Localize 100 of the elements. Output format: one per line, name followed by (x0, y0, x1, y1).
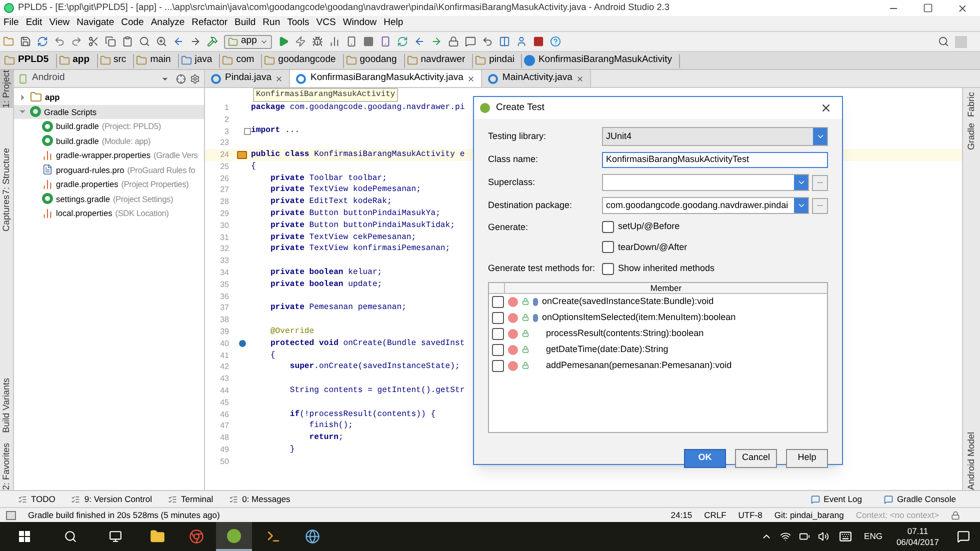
editor-tab[interactable]: Pindai.java (205, 70, 290, 87)
clock-time[interactable]: 07.11 (907, 526, 928, 536)
lock-icon[interactable] (951, 510, 960, 520)
sync-icon[interactable] (37, 36, 48, 47)
member-name[interactable]: processResult(contents:String):boolean (546, 326, 704, 340)
checkbox-label[interactable]: tearDown/@After (618, 240, 688, 254)
forward-icon[interactable] (190, 36, 201, 47)
tool-window-tab[interactable]: Build Variants (0, 378, 18, 433)
tool-window-tab[interactable]: Gradle (960, 123, 980, 150)
tool-window-tab[interactable]: Android Model (960, 432, 980, 490)
superclass-dropdown[interactable] (602, 174, 809, 191)
breadcrumb[interactable]: com (222, 54, 262, 68)
help-icon[interactable] (550, 36, 561, 47)
language-indicator[interactable]: ENG (864, 530, 882, 543)
tree-item[interactable]: build.gradle (56, 120, 99, 132)
settings-icon[interactable] (190, 74, 200, 84)
maximize-icon[interactable] (923, 3, 933, 13)
tree-item[interactable]: gradle-wrapper.properties (56, 149, 151, 162)
line-separator[interactable]: CRLF (704, 508, 726, 522)
close-icon[interactable] (820, 102, 832, 114)
tree-item[interactable]: proguard-rules.pro (56, 164, 124, 176)
checkbox[interactable] (492, 312, 504, 324)
cut-icon[interactable] (88, 36, 99, 47)
checkbox[interactable] (492, 344, 504, 356)
keyboard-icon[interactable] (839, 530, 852, 543)
tool-tab[interactable]: Terminal (168, 492, 214, 506)
breadcrumb[interactable]: goodang (346, 54, 405, 68)
member-name[interactable]: getDateTime(date:Date):String (546, 342, 668, 356)
menu-item[interactable]: Help (380, 16, 407, 31)
status-icon[interactable] (6, 510, 16, 520)
dialog-button[interactable]: Cancel (735, 448, 777, 468)
lock-icon[interactable] (448, 36, 459, 47)
tool-tab[interactable]: Event Log (810, 492, 862, 506)
volume-icon[interactable] (818, 531, 830, 542)
ok-button[interactable]: OK (684, 448, 726, 468)
run-icon[interactable] (278, 36, 289, 47)
menu-item[interactable]: Analyze (147, 16, 188, 31)
breadcrumb[interactable]: src (100, 54, 134, 68)
comment-icon[interactable] (464, 36, 476, 47)
menu-item[interactable]: File (0, 16, 22, 31)
breadcrumb[interactable]: pindai (475, 54, 522, 68)
tree-item[interactable]: local.properties (56, 207, 112, 220)
menu-item[interactable]: Tools (284, 16, 313, 31)
search-icon[interactable] (64, 530, 77, 543)
browser-icon[interactable] (189, 529, 204, 544)
layout-icon[interactable] (498, 36, 510, 47)
checkbox[interactable] (602, 262, 614, 275)
tool-window-tab[interactable]: 2: Favorites (0, 442, 18, 490)
expand-arrow-icon[interactable] (18, 92, 27, 102)
tool-window-tab[interactable]: 1: Project (0, 70, 18, 108)
wifi-icon[interactable] (780, 531, 792, 542)
breadcrumb[interactable]: java (180, 54, 220, 68)
task-view-icon[interactable] (109, 530, 122, 543)
revert-icon[interactable] (482, 36, 493, 47)
tree-item[interactable]: settings.gradle (56, 192, 110, 205)
copy-icon[interactable] (105, 36, 116, 47)
testing-library-dropdown[interactable]: JUnit4 (602, 127, 828, 146)
breadcrumb[interactable]: app (58, 54, 98, 68)
tree-item[interactable]: app (45, 91, 60, 104)
redo-icon[interactable] (71, 36, 82, 47)
class-name-field[interactable]: KonfirmasiBarangMasukActivityTest (602, 152, 828, 168)
locate-icon[interactable] (176, 74, 186, 84)
hammer-icon[interactable] (207, 36, 218, 47)
stop-icon[interactable] (362, 36, 374, 47)
tool-tab[interactable]: 0: Messages (229, 492, 290, 506)
notifications-icon[interactable] (957, 530, 970, 543)
checkbox-label[interactable]: setUp/@Before (618, 220, 680, 234)
paste-icon[interactable] (122, 36, 133, 47)
tool-window-tab[interactable]: 7: Structure (0, 148, 18, 195)
undo-icon[interactable] (54, 36, 65, 47)
folder-icon[interactable] (3, 36, 14, 47)
editor-tab[interactable]: MainActivity.java (482, 70, 592, 87)
dialog-button[interactable]: Help (786, 448, 828, 468)
menu-item[interactable]: Window (339, 16, 380, 31)
close-icon[interactable] (467, 74, 476, 82)
menu-item[interactable]: VCS (312, 16, 340, 31)
debug-icon[interactable] (312, 36, 323, 47)
battery-icon[interactable] (799, 531, 810, 542)
zoom-icon[interactable] (156, 36, 167, 47)
tree-item[interactable]: build.gradle (56, 134, 99, 147)
encoding[interactable]: UTF-8 (738, 508, 762, 522)
tool-window-tab[interactable]: Captures (0, 194, 18, 232)
checkbox[interactable] (492, 296, 504, 308)
tool-tab[interactable]: Gradle Console (884, 492, 956, 506)
fold-icon[interactable] (244, 128, 250, 135)
close-icon[interactable] (576, 74, 584, 82)
breadcrumb[interactable]: KonfirmasiBarangMasukActivity (524, 54, 680, 68)
tool-tab[interactable]: TODO (18, 492, 56, 506)
menu-item[interactable]: Code (118, 16, 148, 31)
menu-item[interactable]: View (46, 16, 74, 31)
tree-item[interactable]: gradle.properties (56, 178, 118, 190)
menu-item[interactable]: Edit (22, 16, 46, 31)
menu-item[interactable]: Navigate (73, 16, 118, 31)
menu-item[interactable]: Build (231, 16, 260, 31)
save-icon[interactable] (20, 36, 31, 47)
checkbox[interactable] (602, 241, 614, 254)
tool-tab[interactable]: 9: Version Control (71, 492, 152, 506)
close-icon[interactable] (275, 74, 284, 82)
cursor-position[interactable]: 24:15 (670, 508, 692, 522)
clock-date[interactable]: 06/04/2017 (896, 536, 939, 548)
